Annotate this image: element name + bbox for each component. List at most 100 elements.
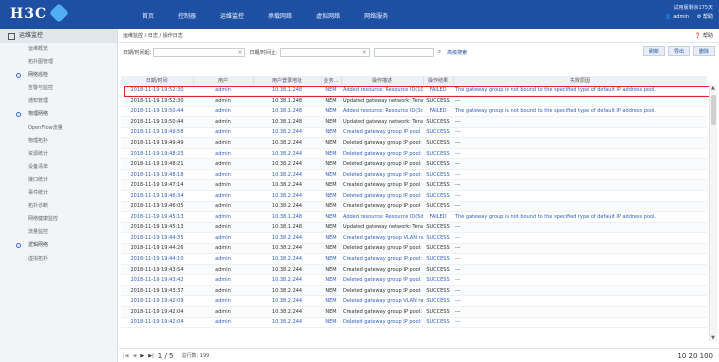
sidebar-item[interactable]: 流量监控 — [0, 226, 117, 239]
sidebar-item[interactable]: 设备清单 — [0, 161, 117, 174]
advanced-search-link[interactable]: 高级搜索 — [447, 49, 467, 56]
nav-home[interactable]: 首页 — [130, 0, 166, 29]
cell-desc: Created gateway group IP pool: 5 — [341, 306, 423, 318]
cell-ip: 10.38.2.244 — [253, 285, 321, 297]
sidebar-item[interactable]: 拓扑图管理 — [0, 56, 117, 69]
cell-user: admin — [193, 243, 253, 255]
col-time[interactable]: 日期/时间 — [121, 76, 194, 85]
col-service[interactable]: 业务... — [321, 76, 342, 85]
sidebar-item[interactable]: 网络健康监控 — [0, 213, 117, 226]
col-result[interactable]: 操作结果 — [423, 76, 454, 85]
sidebar-group[interactable]: 网络巡检 — [0, 69, 117, 82]
sidebar-title[interactable]: 运维监控 — [0, 29, 117, 43]
last-page-icon[interactable]: ▶| — [148, 353, 154, 359]
sidebar-item[interactable]: OpenFlow流量 — [0, 122, 117, 135]
sidebar-group[interactable]: 逻辑网络 — [0, 239, 117, 252]
nav-monitoring[interactable]: 运维监控 — [208, 0, 256, 29]
module-icon — [8, 32, 15, 40]
cell-user: admin — [193, 222, 253, 234]
nav-underlay[interactable]: 承载网络 — [256, 0, 304, 29]
refresh-button[interactable]: 刷新 — [642, 46, 665, 56]
sidebar-item[interactable]: 虚拟拓扑 — [0, 253, 117, 266]
end-time-input[interactable]: × — [279, 47, 370, 57]
table-row[interactable]: 2018-11-19 19:52:30 admin 10.38.1.248 NEM Ad… — [121, 85, 707, 97]
table-row[interactable]: 2018-11-19 19:48:21 admin 10.38.2.244 NEM De… — [121, 158, 707, 170]
table-row[interactable]: 2018-11-19 19:45:13 admin 10.38.1.248 NEM Up… — [121, 222, 707, 234]
table-row[interactable]: 2018-11-19 19:43:42 admin 10.38.2.244 NEM De… — [121, 274, 707, 286]
col-user[interactable]: 用户 — [193, 76, 254, 85]
search-icon[interactable]: ⌕ — [438, 48, 441, 56]
sidebar-item[interactable]: 拓扑诊断 — [0, 200, 117, 213]
sidebar-group[interactable]: 物理网络 — [0, 108, 117, 121]
table-row[interactable]: 2018-11-19 19:44:26 admin 10.38.2.244 NEM De… — [121, 243, 707, 255]
vertical-scrollbar[interactable]: ▲ ▼ — [709, 85, 717, 341]
table-row[interactable]: 2018-11-19 19:46:34 admin 10.38.2.244 NEM De… — [121, 190, 707, 202]
user-menu[interactable]: 👤 admin — [665, 13, 689, 22]
help-link[interactable]: ❓ 帮助 — [694, 32, 713, 40]
nav-network-service[interactable]: 网络服务 — [352, 0, 400, 29]
start-time-input[interactable]: × — [153, 47, 246, 57]
table-row[interactable]: 2018-11-19 19:43:54 admin 10.38.2.244 NEM Cr… — [121, 264, 707, 276]
cell-reason: --- — [453, 201, 707, 213]
cell-user: admin — [193, 211, 253, 223]
prev-page-icon[interactable]: ◀ — [133, 353, 137, 359]
cell-ip: 10.38.1.248 — [253, 211, 321, 223]
table-row[interactable]: 2018-11-19 19:49:58 admin 10.38.2.244 NEM Cr… — [121, 127, 707, 139]
col-description[interactable]: 操作描述 — [341, 76, 424, 85]
sidebar-item[interactable]: 通知管理 — [0, 95, 117, 108]
cell-ip: 10.38.1.248 — [253, 106, 321, 118]
export-button[interactable]: 导出 — [667, 46, 690, 56]
sidebar-item[interactable]: 事件统计 — [0, 187, 117, 200]
nav-controller[interactable]: 控制器 — [166, 0, 208, 29]
table-row[interactable]: 2018-11-19 19:42:04 admin 10.38.2.244 NEM De… — [121, 317, 707, 329]
table-row[interactable]: 2018-11-19 19:42:09 admin 10.38.2.244 NEM De… — [121, 295, 707, 307]
page-size-options[interactable]: 10 20 100 — [677, 352, 713, 360]
cell-desc: Deleted gateway group VLAN ran — [341, 295, 423, 307]
cell-ip: 10.38.2.244 — [253, 137, 321, 149]
table-row[interactable]: 2018-11-19 19:48:18 admin 10.38.2.244 NEM De… — [121, 169, 707, 181]
table-row[interactable]: 2018-11-19 19:45:13 admin 10.38.1.248 NEM Ad… — [121, 211, 707, 223]
cell-result: SUCCESS — [423, 274, 453, 286]
scroll-up-icon[interactable]: ▲ — [711, 85, 715, 91]
clear-icon[interactable]: × — [362, 49, 367, 57]
table-row[interactable]: 2018-11-19 19:46:05 admin 10.38.2.244 NEM Cr… — [121, 201, 707, 213]
first-page-icon[interactable]: |◀ — [123, 353, 129, 359]
table-row[interactable]: 2018-11-19 19:42:04 admin 10.38.2.244 NEM Cr… — [121, 306, 707, 318]
col-ip[interactable]: 用户登录地址 — [253, 76, 322, 85]
col-reason[interactable]: 失败原因 — [453, 76, 707, 85]
cell-result: SUCCESS — [423, 243, 453, 255]
cell-desc: Deleted gateway group IP pool: 9 — [341, 285, 423, 297]
cell-ip: 10.38.2.244 — [253, 232, 321, 244]
scroll-down-icon[interactable]: ▼ — [711, 335, 715, 341]
nav-virtual-network[interactable]: 虚拟网络 — [304, 0, 352, 29]
cell-svc: NEM — [321, 306, 341, 318]
header-help[interactable]: ⚙ 帮助 — [697, 13, 713, 22]
next-page-icon[interactable]: ▶ — [140, 353, 144, 359]
cell-result: SUCCESS — [423, 201, 453, 213]
sidebar-item[interactable]: 资源统计 — [0, 148, 117, 161]
table-row[interactable]: 2018-11-19 19:49:49 admin 10.38.2.244 NEM De… — [121, 137, 707, 149]
cell-desc: Updated gateway network: Tena — [341, 222, 423, 234]
help-icon: ❓ — [694, 32, 701, 39]
table-row[interactable]: 2018-11-19 19:47:14 admin 10.38.2.244 NEM Cr… — [121, 179, 707, 191]
table-row[interactable]: 2018-11-19 19:44:10 admin 10.38.2.244 NEM Cr… — [121, 253, 707, 265]
table-row[interactable]: 2018-11-19 19:48:23 admin 10.38.2.244 NEM De… — [121, 148, 707, 160]
group-expand-icon — [16, 243, 21, 249]
search-input[interactable] — [373, 47, 434, 57]
sidebar-item-label: 物理网络 — [28, 111, 49, 118]
table-row[interactable]: 2018-11-19 19:44:35 admin 10.38.2.244 NEM Cr… — [121, 232, 707, 244]
scroll-thumb[interactable] — [711, 95, 716, 125]
cell-reason: --- — [453, 169, 707, 181]
table-row[interactable]: 2018-11-19 19:50:44 admin 10.38.1.248 NEM Ad… — [121, 106, 707, 118]
table-row[interactable]: 2018-11-19 19:50:44 admin 10.38.1.248 NEM Up… — [121, 116, 707, 128]
cell-user: admin — [193, 85, 253, 97]
sidebar-item[interactable]: 告警与监控 — [0, 82, 117, 95]
sidebar-item[interactable]: 接口统计 — [0, 174, 117, 187]
cell-time: 2018-11-19 19:46:34 — [121, 190, 193, 202]
table-row[interactable]: 2018-11-19 19:52:30 admin 10.38.1.248 NEM Up… — [121, 95, 707, 107]
delete-button[interactable]: 删除 — [692, 46, 715, 56]
table-row[interactable]: 2018-11-19 19:43:37 admin 10.38.2.244 NEM De… — [121, 285, 707, 297]
clear-icon[interactable]: × — [237, 49, 242, 57]
sidebar-item[interactable]: 运维概览 — [0, 43, 117, 56]
sidebar-item[interactable]: 物理拓扑 — [0, 135, 117, 148]
